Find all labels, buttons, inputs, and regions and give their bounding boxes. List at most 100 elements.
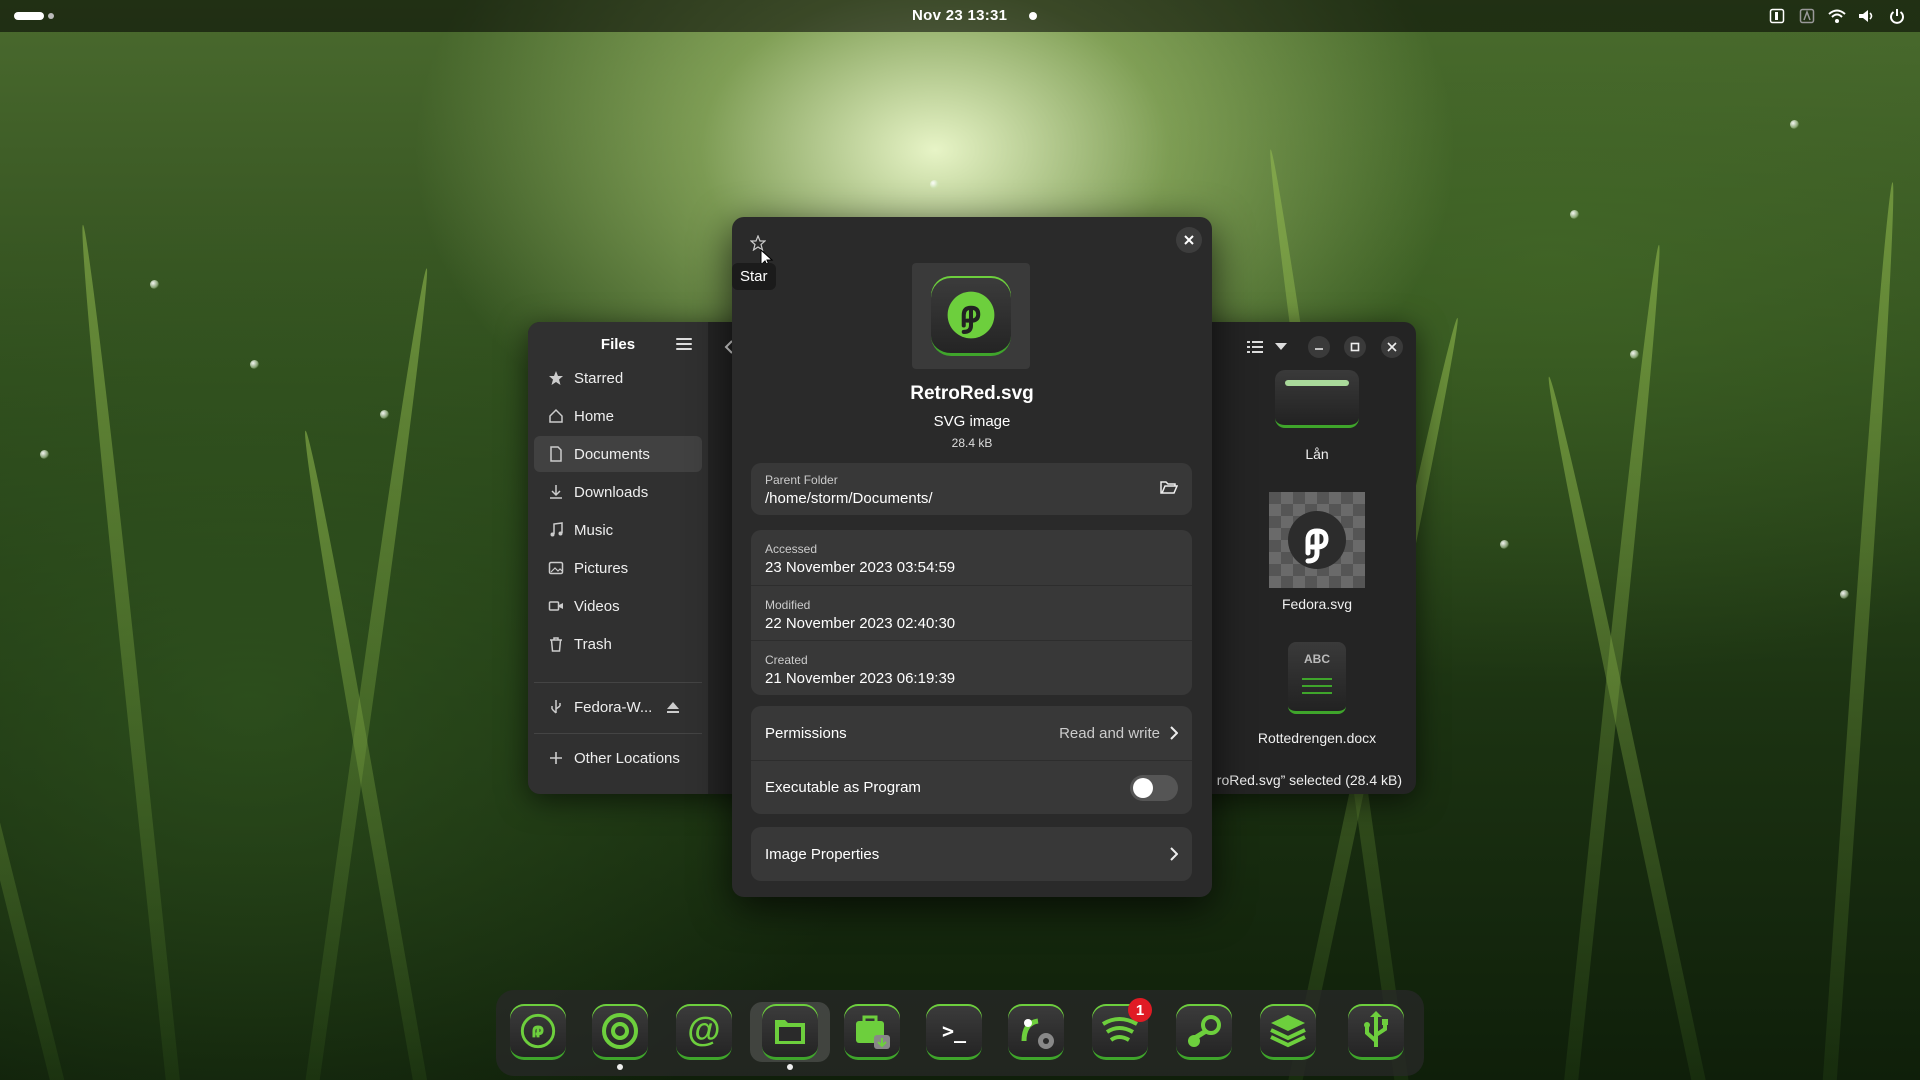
chevron-right-icon	[1170, 847, 1178, 861]
usb-writer-icon	[1348, 1004, 1404, 1060]
download-icon	[548, 484, 564, 500]
image-properties-card: Image Properties	[751, 827, 1192, 881]
trash-icon	[548, 636, 564, 652]
file-name: Lån	[1305, 446, 1329, 462]
keyboard-layout-icon[interactable]	[1768, 7, 1786, 25]
eject-icon[interactable]	[666, 700, 680, 714]
file-name: Fedora.svg	[1281, 596, 1353, 612]
activities-indicator[interactable]	[14, 12, 54, 20]
dock-app-steam[interactable]	[1174, 1002, 1234, 1062]
dock-app-files[interactable]	[750, 1002, 830, 1070]
dock-app-software[interactable]	[842, 1002, 902, 1062]
sidebar-item-videos[interactable]: Videos	[534, 588, 702, 624]
picture-icon	[548, 560, 564, 576]
accessed-label: Accessed	[765, 542, 818, 556]
open-folder-button[interactable]	[1160, 479, 1179, 500]
permissions-card: Permissions Read and write Executable as…	[751, 706, 1192, 814]
document-abc-icon: ABC	[1288, 642, 1346, 714]
executable-row: Executable as Program	[751, 760, 1192, 814]
sidebar-item-label: Home	[574, 407, 615, 425]
music-icon	[548, 522, 564, 538]
top-bar: Nov 23 13:31	[0, 0, 1920, 32]
input-method-icon[interactable]	[1798, 7, 1816, 25]
properties-dialog: Star RetroRed.svg SVG image 28.4 kB Pare…	[732, 217, 1212, 897]
close-icon	[1184, 235, 1194, 245]
sidebar-item-label: Other Locations	[574, 749, 680, 767]
file-item[interactable]: Lån	[1242, 370, 1392, 462]
clock[interactable]: Nov 23 13:31	[912, 7, 1007, 24]
executable-label: Executable as Program	[765, 779, 921, 796]
sidebar-item-label: Music	[574, 521, 614, 539]
running-indicator	[787, 1064, 793, 1070]
sidebar-item-label: Documents	[574, 445, 650, 463]
system-tray[interactable]	[1768, 7, 1906, 25]
file-item[interactable]: ABC Rottedrengen.docx	[1242, 642, 1392, 746]
dock-app-fedora[interactable]	[508, 1002, 568, 1062]
close-window-button[interactable]	[1381, 336, 1403, 358]
software-icon	[844, 1004, 900, 1060]
chevron-right-icon	[1170, 726, 1178, 740]
fedora-icon	[1269, 492, 1365, 588]
sidebar-item-label: Pictures	[574, 559, 629, 577]
browser-icon	[592, 1004, 648, 1060]
sidebar-item-home[interactable]: Home	[534, 398, 702, 434]
home-icon	[548, 408, 564, 424]
dock: @ >_ 1	[496, 990, 1424, 1076]
dock-app-usb-writer[interactable]	[1346, 1002, 1406, 1062]
sidebar-item-device[interactable]: Fedora-W...	[534, 689, 702, 725]
sidebar-item-pictures[interactable]: Pictures	[534, 550, 702, 586]
video-icon	[548, 598, 564, 614]
sidebar-item-label: Fedora-W...	[574, 698, 653, 716]
selection-status: roRed.svg” selected (28.4 kB)	[1216, 772, 1402, 788]
sidebar-item-trash[interactable]: Trash	[534, 626, 702, 662]
notification-dot	[1029, 12, 1037, 20]
view-options-chevron-icon[interactable]	[1270, 336, 1292, 358]
close-button[interactable]	[1176, 227, 1202, 253]
dock-app-mail[interactable]: @	[674, 1002, 734, 1062]
mail-icon: @	[676, 1004, 732, 1060]
list-view-icon[interactable]	[1244, 336, 1266, 358]
parent-folder-label: Parent Folder	[765, 473, 838, 487]
created-label: Created	[765, 653, 808, 667]
volume-icon[interactable]	[1858, 7, 1876, 25]
permissions-label: Permissions	[765, 724, 847, 742]
file-item[interactable]: Fedora.svg	[1242, 492, 1392, 612]
files-sidebar: Files Starred Home Documents Downloads Music…	[528, 322, 708, 794]
sidebar-item-music[interactable]: Music	[534, 512, 702, 548]
dock-app-stack[interactable]	[1258, 1002, 1318, 1062]
maximize-button[interactable]	[1344, 336, 1366, 358]
folder-open-icon	[1160, 481, 1179, 494]
steam-icon	[1176, 1004, 1232, 1060]
executable-toggle[interactable]	[1130, 774, 1178, 801]
fedora-icon	[931, 276, 1011, 356]
sidebar-item-other-locations[interactable]: Other Locations	[534, 740, 702, 776]
settings-icon	[1008, 1004, 1064, 1060]
sidebar-divider	[534, 682, 702, 683]
image-properties-row[interactable]: Image Properties	[751, 827, 1192, 881]
parent-folder-path: /home/storm/Documents/	[765, 490, 933, 507]
modified-label: Modified	[765, 598, 811, 612]
dock-app-settings[interactable]	[1006, 1002, 1066, 1062]
minimize-button[interactable]	[1308, 336, 1330, 358]
file-name: RetroRed.svg	[910, 383, 1034, 404]
sidebar-item-label: Downloads	[574, 483, 649, 501]
created-row: Created 21 November 2023 06:19:39	[751, 640, 1192, 695]
notification-badge: 1	[1128, 998, 1152, 1022]
file-name: Rottedrengen.docx	[1257, 730, 1377, 746]
hamburger-menu-icon[interactable]	[676, 338, 692, 352]
power-icon[interactable]	[1888, 7, 1906, 25]
dock-app-rss[interactable]: 1	[1090, 998, 1152, 1062]
dock-app-terminal[interactable]: >_	[924, 1002, 984, 1062]
sidebar-item-downloads[interactable]: Downloads	[534, 474, 702, 510]
sidebar-item-documents[interactable]: Documents	[534, 436, 702, 472]
parent-folder-card: Parent Folder /home/storm/Documents/	[751, 463, 1192, 515]
sidebar-item-starred[interactable]: Starred	[534, 360, 702, 396]
fedora-icon	[510, 1004, 566, 1060]
image-properties-label: Image Properties	[765, 845, 880, 863]
permissions-row[interactable]: Permissions Read and write	[751, 706, 1192, 760]
sidebar-item-label: Starred	[574, 369, 624, 387]
wifi-icon[interactable]	[1828, 7, 1846, 25]
dock-app-browser[interactable]	[590, 1002, 650, 1070]
usb-icon	[548, 699, 564, 715]
accessed-row: Accessed 23 November 2023 03:54:59	[751, 530, 1192, 585]
